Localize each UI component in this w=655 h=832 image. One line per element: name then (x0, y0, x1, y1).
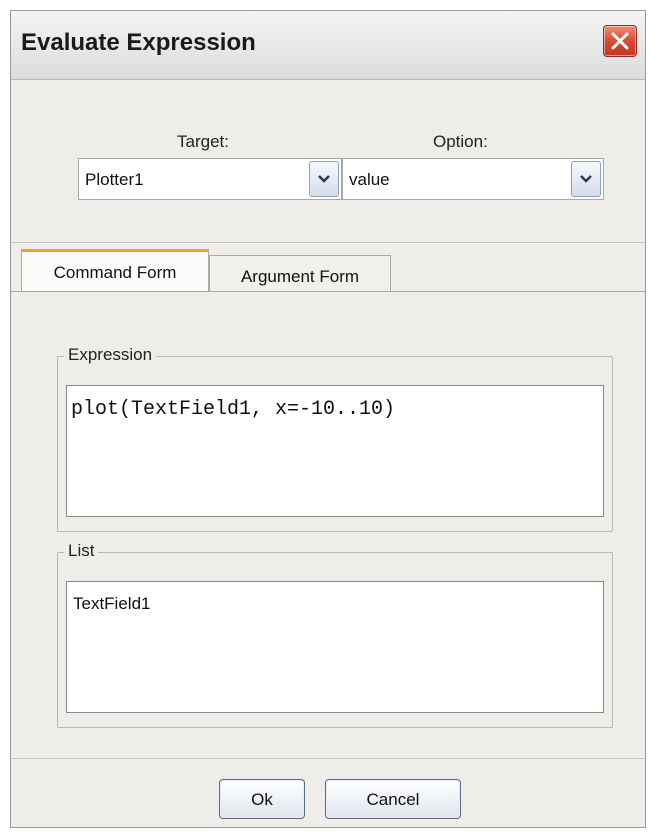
option-label: Option: (433, 132, 488, 151)
close-button[interactable] (603, 25, 637, 57)
option-select[interactable]: value (342, 158, 604, 200)
tab-command-form[interactable]: Command Form (21, 249, 209, 291)
cancel-button[interactable]: Cancel (325, 779, 461, 819)
chevron-down-icon (318, 175, 330, 183)
title-bar[interactable]: Evaluate Expression (11, 11, 645, 80)
command-form-panel: Expression plot(TextField1, x=-10..10) L… (11, 291, 645, 758)
evaluate-expression-dialog: Evaluate Expression Target: Plotter1 Opt… (10, 10, 646, 828)
tab-argument-form[interactable]: Argument Form (209, 255, 391, 291)
chevron-down-icon (580, 175, 592, 183)
tab-strip: Command Form Argument Form (11, 243, 645, 291)
ok-button[interactable]: Ok (219, 779, 305, 819)
list-group: List TextField1 (57, 541, 613, 728)
list-legend: List (64, 541, 99, 561)
option-select-value: value (349, 170, 390, 189)
list-item[interactable]: TextField1 (73, 594, 150, 614)
expression-group: Expression plot(TextField1, x=-10..10) (57, 345, 613, 532)
target-select[interactable]: Plotter1 (78, 158, 342, 200)
button-bar: Ok Cancel (11, 758, 645, 827)
expression-legend: Expression (64, 345, 157, 365)
target-option-panel: Target: Plotter1 Option: value (11, 80, 645, 243)
expression-textarea[interactable]: plot(TextField1, x=-10..10) (66, 385, 604, 517)
target-dropdown-button[interactable] (309, 161, 339, 197)
target-select-value: Plotter1 (85, 170, 144, 189)
option-dropdown-button[interactable] (571, 161, 601, 197)
window-title: Evaluate Expression (21, 29, 256, 56)
list-box[interactable]: TextField1 (66, 581, 604, 713)
expression-text: plot(TextField1, x=-10..10) (71, 398, 396, 421)
target-label: Target: (177, 132, 229, 151)
close-icon (611, 32, 629, 50)
